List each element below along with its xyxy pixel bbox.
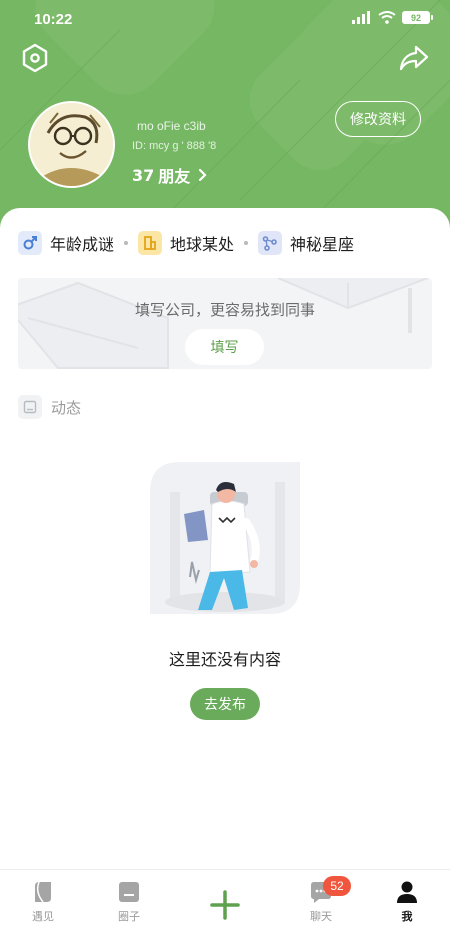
battery-icon: 92	[402, 11, 433, 24]
moments-icon	[18, 395, 42, 419]
fill-company-button[interactable]: 填写	[185, 329, 264, 365]
circle-icon	[119, 882, 139, 902]
chevron-right-icon	[199, 168, 207, 182]
nav-label-meet: 遇见	[32, 910, 54, 923]
status-time: 10:22	[34, 11, 73, 28]
tag-constellation[interactable]: 神秘星座	[258, 231, 354, 255]
empty-state-text: 这里还没有内容	[168, 650, 281, 669]
nav-item-chat[interactable]: 52 聊天	[291, 876, 351, 924]
profile-card: 年龄成谜 地球某处 神秘星座 填写公司，更容易找到同事 填写 动态 这里还没有内…	[0, 208, 450, 937]
friends-link[interactable]: 37 朋友	[132, 163, 208, 187]
tag-location[interactable]: 地球某处	[138, 231, 234, 255]
nav-item-me[interactable]: 我	[377, 880, 437, 924]
edit-profile-button[interactable]: 修改资料	[335, 101, 421, 137]
profile-header: 10:22 92 mo oFie c3ib ID: mcy g ' 888 '8…	[0, 0, 450, 232]
tag-age-label: 年龄成谜	[50, 235, 115, 254]
separator-dot	[244, 241, 249, 245]
moments-label: 动态	[51, 398, 82, 417]
moments-section-header: 动态	[18, 395, 81, 419]
separator-dot	[124, 241, 129, 245]
avatar[interactable]	[28, 101, 115, 188]
publish-button[interactable]: 去发布	[190, 688, 260, 720]
male-icon	[18, 231, 42, 255]
tag-age[interactable]: 年龄成谜	[18, 231, 114, 255]
username: mo oFie c3ib	[137, 119, 206, 133]
nav-label-chat: 聊天	[310, 910, 332, 923]
settings-icon[interactable]	[20, 43, 50, 73]
nav-label-me: 我	[401, 910, 413, 923]
tag-constellation-label: 神秘星座	[290, 235, 355, 254]
profile-tags: 年龄成谜 地球某处 神秘星座	[18, 231, 354, 255]
avatar-image	[30, 103, 113, 186]
status-icons: 92	[352, 11, 433, 24]
signal-icon	[352, 11, 370, 24]
bottom-nav: 遇见 圈子 52 聊天 我	[0, 869, 450, 937]
friends-count: 37	[132, 165, 155, 185]
empty-state-illustration	[150, 462, 300, 614]
battery-level: 92	[410, 12, 421, 23]
building-icon	[138, 231, 163, 255]
tag-location-label: 地球某处	[170, 235, 235, 254]
wifi-icon	[378, 11, 396, 24]
nav-item-circle[interactable]: 圈子	[99, 880, 159, 924]
friends-label: 朋友	[158, 167, 191, 186]
profile-icon	[397, 881, 417, 903]
company-prompt-text: 填写公司，更容易找到同事	[134, 301, 315, 319]
share-icon[interactable]	[398, 44, 430, 72]
meet-icon	[35, 881, 51, 903]
company-banner[interactable]: 填写公司，更容易找到同事 填写	[18, 278, 432, 369]
chat-badge: 52	[323, 876, 351, 896]
user-id: ID: mcy g ' 888 '8	[132, 140, 217, 152]
plus-icon[interactable]	[209, 889, 241, 921]
nav-label-circle: 圈子	[118, 910, 140, 923]
nav-item-meet[interactable]: 遇见	[13, 880, 73, 924]
constellation-icon	[258, 231, 283, 255]
status-bar: 10:22 92	[0, 0, 450, 40]
